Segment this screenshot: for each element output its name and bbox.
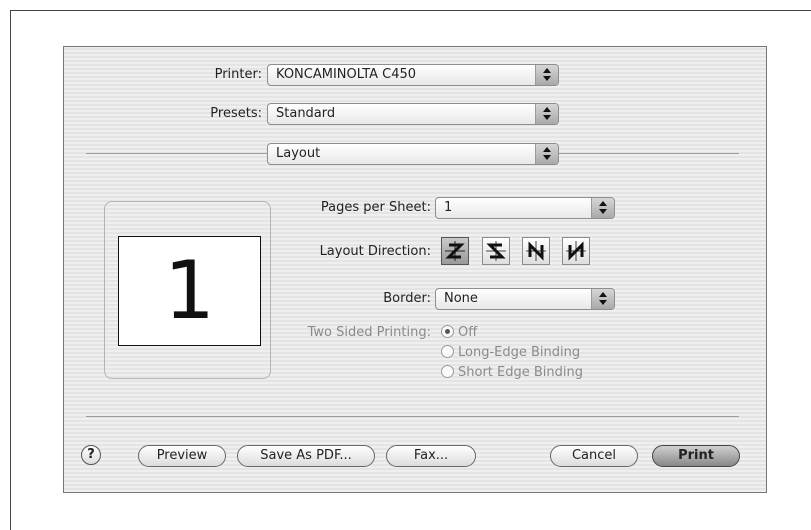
popup-arrows-icon: [535, 104, 558, 124]
panel-popup[interactable]: Layout: [267, 143, 559, 165]
direction-reverse-n-button[interactable]: [562, 237, 590, 265]
popup-arrows-icon: [591, 289, 614, 309]
panel-value: Layout: [276, 146, 321, 161]
cancel-button[interactable]: Cancel: [550, 445, 638, 467]
radio-selected-icon: [441, 325, 454, 338]
border-value: None: [444, 291, 478, 306]
help-button[interactable]: ?: [81, 445, 101, 465]
printer-popup[interactable]: KONCAMINOLTA C450: [267, 64, 559, 86]
option-label: Short Edge Binding: [458, 365, 583, 380]
two-sided-label: Two Sided Printing:: [307, 325, 431, 340]
printer-label: Printer:: [214, 67, 262, 82]
two-sided-option-off[interactable]: Off: [441, 325, 477, 340]
border-label: Border:: [383, 291, 431, 306]
option-label: Long-Edge Binding: [458, 345, 581, 360]
preview-button[interactable]: Preview: [138, 445, 226, 467]
fax-button[interactable]: Fax...: [386, 445, 476, 467]
pages-per-sheet-label: Pages per Sheet:: [320, 200, 431, 215]
layout-direction-label: Layout Direction:: [319, 244, 431, 259]
print-dialog: Printer: KONCAMINOLTA C450 Presets: Stan…: [63, 46, 767, 493]
pages-per-sheet-popup[interactable]: 1: [435, 197, 615, 219]
border-popup[interactable]: None: [435, 288, 615, 310]
popup-arrows-icon: [591, 198, 614, 218]
reverse-n-order-icon: [566, 241, 586, 261]
print-button[interactable]: Print: [652, 445, 740, 467]
z-order-icon: [445, 241, 465, 261]
n-order-icon: [526, 241, 546, 261]
bottom-separator: [86, 416, 739, 417]
popup-arrows-icon: [535, 65, 558, 85]
presets-value: Standard: [276, 106, 336, 121]
separator-line: [86, 153, 267, 154]
page-preview: 1: [118, 236, 261, 346]
two-sided-option-short-edge[interactable]: Short Edge Binding: [441, 365, 583, 380]
separator-line: [559, 153, 739, 154]
direction-z-button[interactable]: [441, 237, 469, 265]
pages-per-sheet-value: 1: [444, 200, 453, 215]
reverse-z-order-icon: [486, 241, 506, 261]
radio-icon: [441, 365, 454, 378]
save-as-pdf-button[interactable]: Save As PDF...: [237, 445, 375, 467]
printer-value: KONCAMINOLTA C450: [276, 67, 417, 82]
presets-popup[interactable]: Standard: [267, 103, 559, 125]
radio-icon: [441, 345, 454, 358]
direction-reverse-z-button[interactable]: [482, 237, 510, 265]
two-sided-option-long-edge[interactable]: Long-Edge Binding: [441, 345, 580, 360]
option-label: Off: [458, 325, 478, 340]
popup-arrows-icon: [535, 144, 558, 164]
presets-label: Presets:: [210, 106, 262, 121]
direction-n-button[interactable]: [522, 237, 550, 265]
